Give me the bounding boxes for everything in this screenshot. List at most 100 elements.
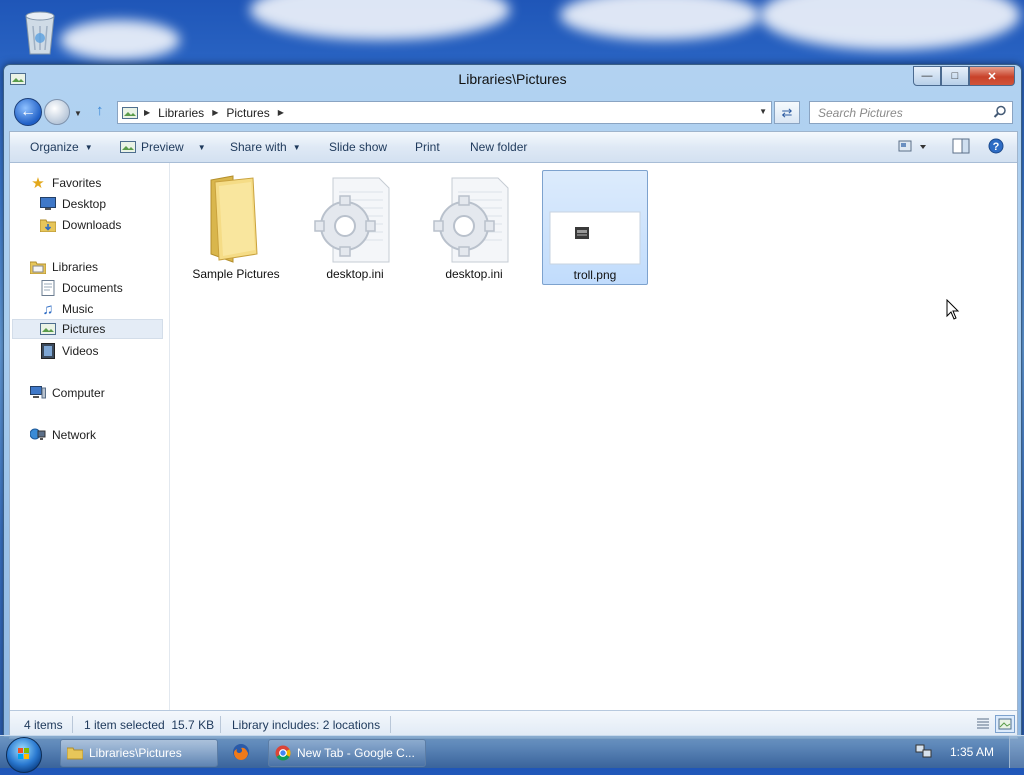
chrome-icon bbox=[275, 745, 291, 761]
sidebar-item-label: Favorites bbox=[52, 176, 102, 190]
sidebar-item-desktop[interactable]: Desktop bbox=[40, 194, 106, 214]
status-bar: 4 items 1 item selected 15.7 KB Library … bbox=[10, 710, 1017, 738]
sidebar-item-computer[interactable]: Computer bbox=[30, 383, 105, 403]
system-clock[interactable]: 1:35 AM bbox=[950, 745, 994, 759]
search-input[interactable] bbox=[816, 104, 990, 121]
breadcrumb-libraries[interactable]: Libraries bbox=[158, 106, 204, 120]
star-icon: ★ bbox=[31, 175, 45, 192]
window-title: Libraries\Pictures bbox=[458, 71, 567, 87]
sidebar-item-favorites[interactable]: ★ Favorites bbox=[30, 173, 101, 193]
minimize-button[interactable]: — bbox=[913, 66, 941, 86]
refresh-icon: ⇄ bbox=[781, 104, 793, 120]
file-item-troll-png[interactable]: troll.png bbox=[542, 170, 648, 285]
folder-icon bbox=[210, 175, 258, 263]
status-divider bbox=[72, 716, 73, 733]
sidebar-item-videos[interactable]: Videos bbox=[40, 341, 98, 361]
firefox-icon[interactable] bbox=[232, 743, 250, 761]
image-thumbnail bbox=[549, 211, 641, 265]
selection-info: 1 item selected 15.7 KB bbox=[84, 718, 215, 732]
recycle-bin-icon[interactable] bbox=[18, 6, 62, 56]
taskbar-explorer-button[interactable]: Libraries\Pictures bbox=[60, 739, 218, 767]
file-item-desktop-ini[interactable]: desktop.ini bbox=[303, 170, 407, 283]
sidebar-item-libraries[interactable]: Libraries bbox=[30, 257, 98, 277]
status-divider bbox=[390, 716, 391, 733]
music-note-icon: ♫ bbox=[42, 300, 54, 318]
pictures-library-icon bbox=[122, 106, 138, 119]
chevron-right-icon[interactable]: ▶ bbox=[278, 108, 284, 117]
pictures-icon bbox=[40, 321, 56, 337]
refresh-button[interactable]: ⇄ bbox=[774, 101, 800, 124]
file-item-sample-pictures[interactable]: Sample Pictures bbox=[184, 170, 288, 283]
svg-text:?: ? bbox=[993, 141, 1000, 153]
documents-icon bbox=[40, 280, 56, 296]
taskbar-explorer-label: Libraries\Pictures bbox=[89, 746, 182, 760]
taskbar: Libraries\Pictures New Tab - Google C...… bbox=[0, 735, 1024, 773]
search-icon[interactable] bbox=[993, 105, 1007, 119]
address-dropdown-icon[interactable]: ▼ bbox=[759, 107, 767, 116]
sidebar-item-label: Libraries bbox=[52, 260, 99, 274]
sidebar-item-network[interactable]: Network bbox=[30, 425, 96, 445]
new-folder-button[interactable]: New folder bbox=[470, 140, 527, 154]
status-divider bbox=[220, 716, 221, 733]
desktop-cloud bbox=[560, 0, 760, 40]
file-name: desktop.ini bbox=[326, 267, 384, 281]
file-name: troll.png bbox=[573, 268, 617, 282]
settings-file-icon bbox=[433, 177, 509, 263]
address-bar[interactable]: ▶ Libraries ▶ Pictures ▶ ▼ bbox=[117, 101, 772, 124]
sidebar-item-downloads[interactable]: Downloads bbox=[40, 215, 121, 235]
breadcrumb: ▶ Libraries ▶ Pictures ▶ bbox=[144, 106, 292, 120]
file-list[interactable]: Sample Pictures desktop.ini desktop.ini … bbox=[170, 163, 1017, 710]
forward-button[interactable] bbox=[44, 99, 70, 125]
sidebar-item-music[interactable]: ♫ Music bbox=[40, 299, 93, 319]
preview-menu[interactable]: Preview ▼ bbox=[120, 140, 206, 154]
file-name: desktop.ini bbox=[445, 267, 503, 281]
sidebar-item-label: Videos bbox=[62, 344, 99, 358]
chevron-down-icon: ▼ bbox=[197, 142, 206, 152]
network-tray-icon[interactable] bbox=[915, 744, 933, 760]
sidebar-item-documents[interactable]: Documents bbox=[40, 278, 123, 298]
chevron-right-icon[interactable]: ▶ bbox=[212, 108, 218, 117]
print-button[interactable]: Print bbox=[415, 140, 440, 154]
large-icons-view-icon bbox=[998, 718, 1012, 730]
large-icons-view-button[interactable] bbox=[995, 715, 1015, 733]
taskbar-chrome-button[interactable]: New Tab - Google C... bbox=[268, 739, 426, 767]
close-button[interactable]: ✕ bbox=[969, 66, 1015, 86]
change-view-button[interactable] bbox=[898, 138, 928, 157]
caption-buttons: — □ ✕ bbox=[913, 66, 1015, 86]
search-box[interactable] bbox=[809, 101, 1013, 124]
folder-icon bbox=[67, 747, 83, 760]
libraries-icon bbox=[30, 259, 46, 275]
view-options-icon bbox=[898, 140, 926, 152]
network-icon bbox=[30, 427, 46, 443]
slide-show-button[interactable]: Slide show bbox=[329, 140, 387, 154]
sidebar-item-pictures[interactable]: Pictures bbox=[12, 319, 163, 339]
share-with-menu[interactable]: Share with ▼ bbox=[230, 140, 301, 154]
recent-pages-dropdown-icon[interactable]: ▼ bbox=[74, 109, 82, 118]
breadcrumb-pictures[interactable]: Pictures bbox=[226, 106, 269, 120]
sidebar-item-label: Computer bbox=[52, 386, 105, 400]
file-item-desktop-ini[interactable]: desktop.ini bbox=[422, 170, 526, 283]
explorer-window: Libraries\Pictures — □ ✕ ← ▼ ↑ ▶ Librari… bbox=[3, 64, 1022, 739]
navigation-bar: ← ▼ ↑ ▶ Libraries ▶ Pictures ▶ ▼ ⇄ bbox=[4, 95, 1021, 131]
windows-logo-icon bbox=[18, 748, 29, 759]
sidebar-item-label: Music bbox=[62, 302, 94, 316]
organize-menu[interactable]: Organize ▼ bbox=[30, 140, 93, 154]
explorer-client-area: Organize ▼ Preview ▼ Share with ▼ Slide … bbox=[9, 131, 1018, 739]
preview-pane-button[interactable] bbox=[952, 138, 970, 157]
share-with-label: Share with bbox=[230, 140, 287, 154]
show-desktop-button[interactable] bbox=[1009, 736, 1024, 768]
details-view-button[interactable] bbox=[973, 715, 993, 733]
up-arrow-icon[interactable]: ↑ bbox=[96, 102, 104, 119]
organize-label: Organize bbox=[30, 140, 79, 154]
sidebar-item-label: Documents bbox=[62, 281, 123, 295]
maximize-button[interactable]: □ bbox=[941, 66, 969, 86]
chevron-right-icon[interactable]: ▶ bbox=[144, 108, 150, 117]
mouse-cursor-icon bbox=[946, 299, 960, 320]
arrow-left-icon: ← bbox=[20, 103, 36, 120]
preview-pane-icon bbox=[952, 138, 970, 154]
downloads-folder-icon bbox=[40, 217, 56, 233]
title-bar[interactable]: Libraries\Pictures — □ ✕ bbox=[4, 65, 1021, 93]
command-bar: Organize ▼ Preview ▼ Share with ▼ Slide … bbox=[10, 132, 1017, 163]
help-button[interactable]: ? bbox=[988, 138, 1004, 157]
back-button[interactable]: ← bbox=[14, 98, 42, 126]
